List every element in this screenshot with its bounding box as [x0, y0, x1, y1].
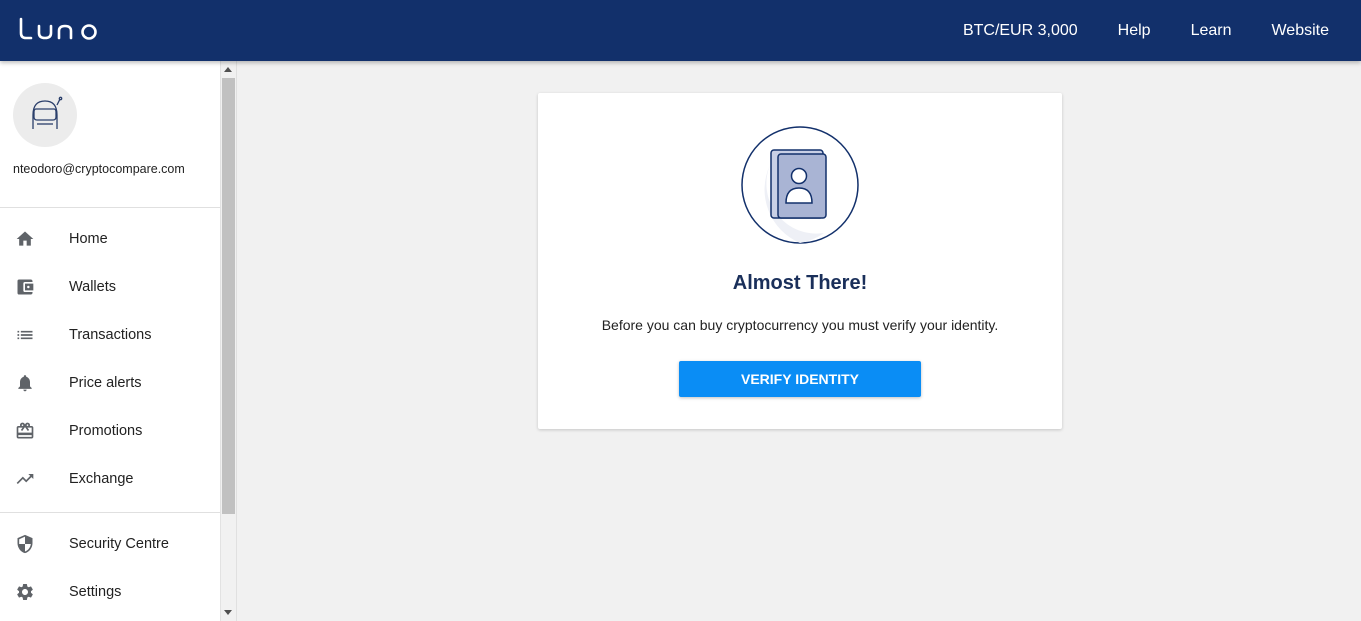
scroll-down-arrow-icon[interactable]	[224, 610, 232, 615]
sidebar-item-settings[interactable]: Settings	[0, 568, 220, 616]
gear-icon	[14, 581, 36, 603]
sidebar-item-home[interactable]: Home	[0, 215, 220, 263]
verify-identity-card: Almost There! Before you can buy cryptoc…	[538, 93, 1062, 429]
wallet-icon	[14, 276, 36, 298]
sidebar-item-security-centre[interactable]: Security Centre	[0, 520, 220, 568]
avatar[interactable]	[13, 83, 77, 147]
user-email: nteodoro@cryptocompare.com	[13, 162, 185, 176]
trending-up-icon	[14, 468, 36, 490]
luno-logo[interactable]	[19, 15, 101, 41]
sidebar-item-label: Security Centre	[69, 536, 169, 552]
sidebar-item-promotions[interactable]: Promotions	[0, 407, 220, 455]
list-icon	[14, 324, 36, 346]
home-icon	[14, 228, 36, 250]
top-nav: BTC/EUR 3,000 Help Learn Website	[955, 0, 1361, 61]
sidebar-divider	[0, 512, 220, 513]
sidebar-item-label: Exchange	[69, 471, 134, 487]
sidebar-item-label: Price alerts	[69, 375, 142, 391]
scroll-thumb[interactable]	[222, 78, 235, 514]
website-link[interactable]: Website	[1271, 22, 1329, 40]
sidebar: nteodoro@cryptocompare.com Home Wallets …	[0, 61, 221, 621]
sidebar-item-label: Promotions	[69, 423, 143, 439]
bell-icon	[14, 372, 36, 394]
card-title: Almost There!	[732, 272, 868, 294]
scroll-up-arrow-icon[interactable]	[224, 67, 232, 72]
astronaut-avatar-icon	[32, 96, 63, 129]
sidebar-scrollbar[interactable]	[221, 61, 237, 621]
gift-card-icon	[14, 420, 36, 442]
btc-eur-price[interactable]: BTC/EUR 3,000	[963, 22, 1078, 40]
learn-link[interactable]: Learn	[1191, 22, 1232, 40]
sidebar-item-price-alerts[interactable]: Price alerts	[0, 359, 220, 407]
sidebar-item-exchange[interactable]: Exchange	[0, 455, 220, 503]
card-description: Before you can buy cryptocurrency you mu…	[601, 317, 999, 333]
shield-icon	[14, 533, 36, 555]
sidebar-item-transactions[interactable]: Transactions	[0, 311, 220, 359]
verify-identity-button[interactable]: VERIFY IDENTITY	[679, 361, 921, 397]
top-bar: BTC/EUR 3,000 Help Learn Website	[0, 0, 1361, 61]
sidebar-item-label: Transactions	[69, 327, 152, 343]
sidebar-item-wallets[interactable]: Wallets	[0, 263, 220, 311]
sidebar-item-label: Settings	[69, 584, 122, 600]
id-document-icon	[741, 126, 859, 244]
help-link[interactable]: Help	[1118, 22, 1151, 40]
sidebar-item-label: Home	[69, 231, 108, 247]
sidebar-item-label: Wallets	[69, 279, 116, 295]
sidebar-divider	[0, 207, 220, 208]
